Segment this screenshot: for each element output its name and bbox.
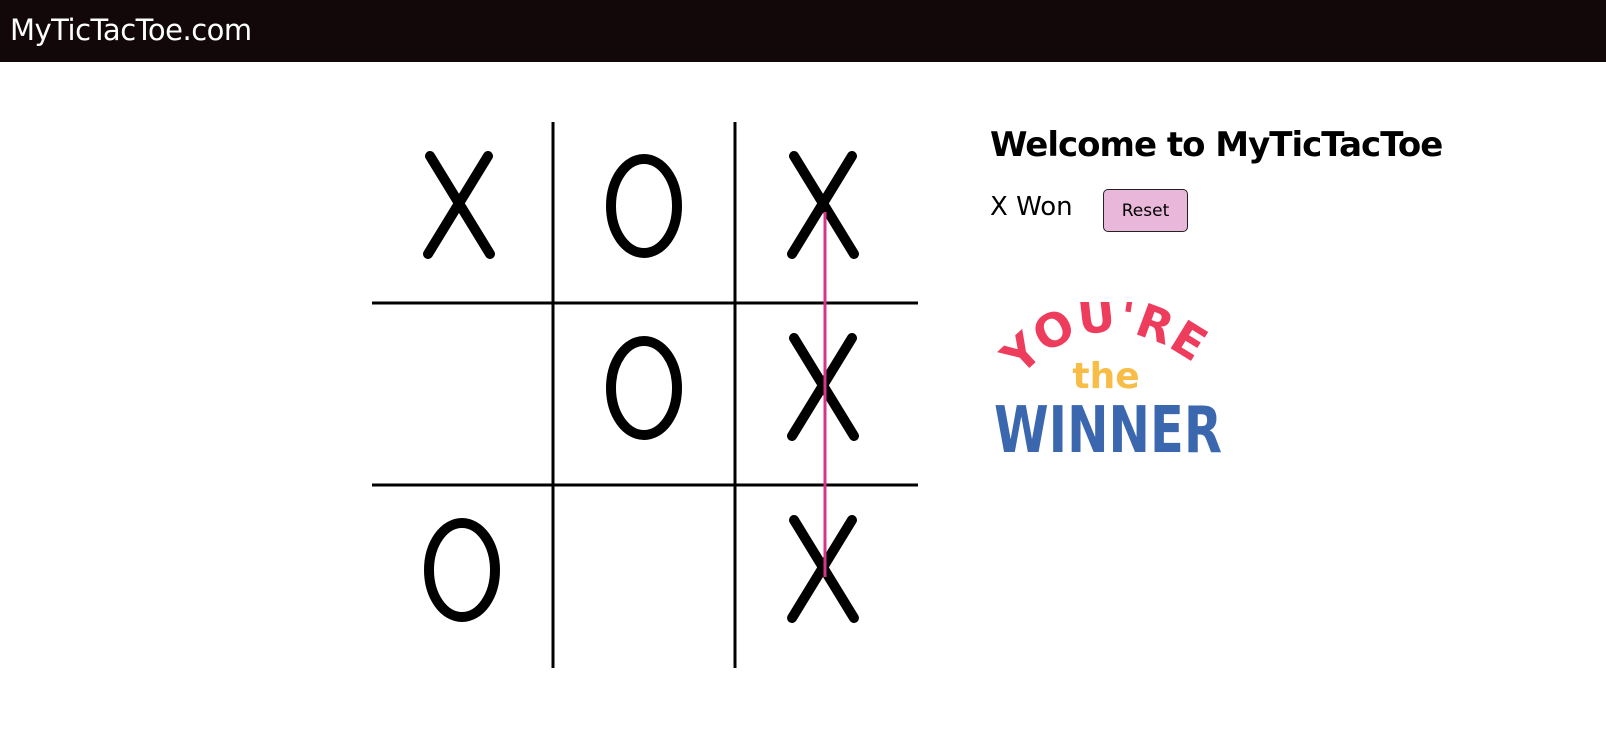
- x-mark: [423, 151, 495, 259]
- cell-r2-c2[interactable]: [554, 304, 736, 486]
- top-bar: MyTicTacToe.com: [0, 0, 1606, 62]
- reset-button[interactable]: Reset: [1103, 189, 1188, 232]
- x-mark: [787, 151, 859, 259]
- cell-r2-c1[interactable]: [372, 304, 554, 486]
- cell-r1-c3[interactable]: [736, 122, 918, 304]
- cell-r3-c2[interactable]: [554, 486, 736, 668]
- site-title[interactable]: MyTicTacToe.com: [10, 12, 252, 48]
- cell-r1-c2[interactable]: [554, 122, 736, 304]
- o-mark: [606, 154, 682, 258]
- o-mark: [424, 518, 500, 622]
- cell-r1-c1[interactable]: [372, 122, 554, 304]
- x-mark: [787, 333, 859, 441]
- game-board: [372, 122, 918, 668]
- welcome-heading: Welcome to MyTicTacToe: [990, 125, 1443, 165]
- badge-line3: WINNER: [994, 394, 1222, 462]
- cell-r3-c3[interactable]: [736, 486, 918, 668]
- game-status: X Won: [990, 192, 1073, 222]
- x-mark: [787, 515, 859, 623]
- cell-r3-c1[interactable]: [372, 486, 554, 668]
- badge-line2: the: [1072, 356, 1139, 397]
- o-mark: [606, 336, 682, 440]
- cell-r2-c3[interactable]: [736, 304, 918, 486]
- winner-badge-image: YOU'RE the WINNER: [990, 302, 1222, 462]
